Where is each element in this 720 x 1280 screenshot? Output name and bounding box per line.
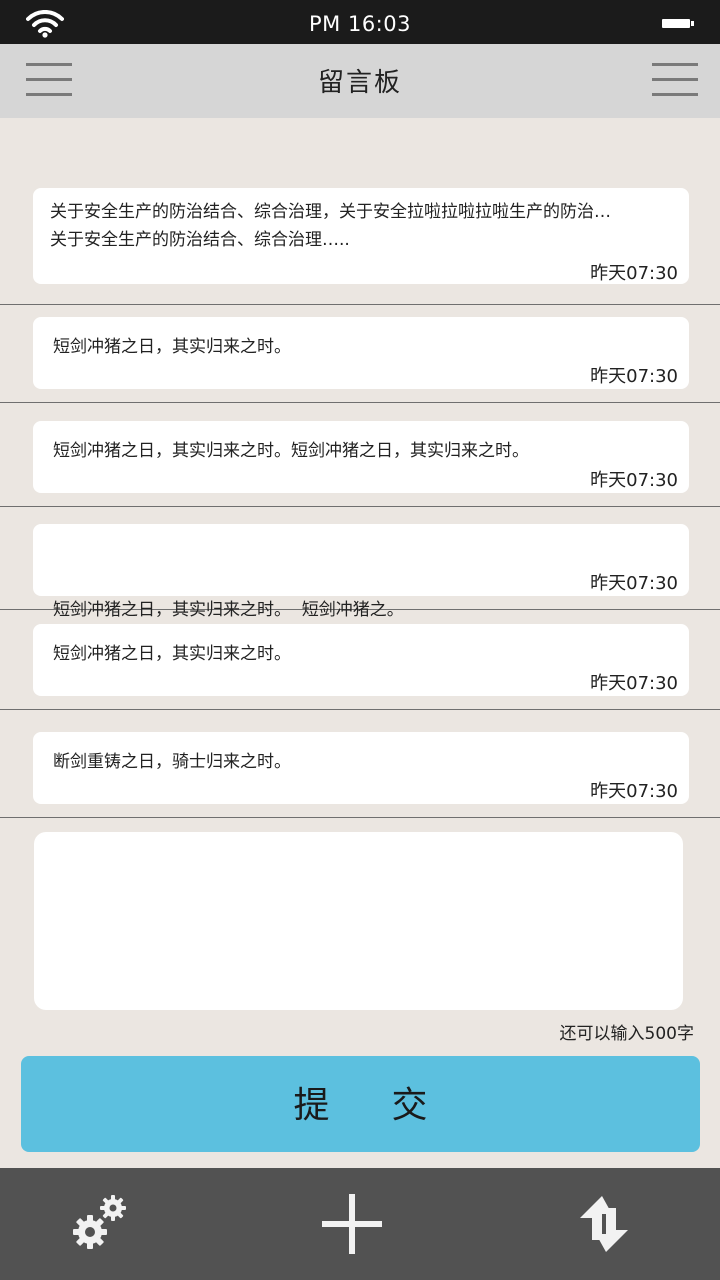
list-item[interactable]: 短剑冲猪之日，其实归来之时。 昨天07:30 — [0, 610, 720, 710]
message-time: 昨天07:30 — [590, 573, 678, 594]
message-card: 短剑冲猪之日，其实归来之时。 昨天07:30 — [33, 317, 689, 389]
status-time: PM 16:03 — [309, 12, 411, 36]
message-card: 短剑冲猪之日，其实归来之时。短剑冲猪之日，其实归来之时。 昨天07:30 — [33, 421, 689, 493]
message-time: 昨天07:30 — [590, 781, 678, 802]
message-card: 关于安全生产的防治结合、综合治理，关于安全拉啦拉啦拉啦生产的防治… 关于安全生产… — [33, 188, 689, 284]
page-title: 留言板 — [317, 68, 402, 98]
status-bar: PM 16:03 — [0, 0, 720, 44]
menu-icon[interactable] — [652, 62, 700, 100]
settings-gears-icon — [73, 1195, 126, 1249]
list-item[interactable]: 短剑冲猪之日，其实归来之时。 昨天07:30 — [0, 305, 720, 403]
nav-bar: 留言板 — [0, 44, 720, 118]
remaining-count: 还可以输入500字 — [559, 1024, 694, 1044]
submit-button[interactable]: 提 交 — [21, 1056, 700, 1152]
tab-bar — [0, 1168, 720, 1280]
list-item[interactable]: 断剑重铸之日，骑士归来之时。 昨天07:30 — [0, 710, 720, 818]
list-item[interactable]: 短剑冲猪之日，其实归来之时。 短剑冲猪之。 昨天07:30 — [0, 507, 720, 620]
message-time: 昨天07:30 — [590, 366, 678, 387]
refresh-sync-icon — [580, 1196, 628, 1252]
message-text: 关于安全生产的防治结合、综合治理，关于安全拉啦拉啦拉啦生产的防治… 关于安全生产… — [50, 202, 611, 250]
message-card: 短剑冲猪之日，其实归来之时。 短剑冲猪之。 昨天07:30 — [33, 524, 689, 620]
message-text: 短剑冲猪之日，其实归来之时。 — [53, 337, 291, 357]
message-input[interactable] — [34, 832, 683, 1010]
message-card: 短剑冲猪之日，其实归来之时。 昨天07:30 — [33, 624, 689, 696]
refresh-button[interactable] — [544, 1168, 664, 1280]
message-time: 昨天07:30 — [590, 673, 678, 694]
add-plus-icon — [322, 1194, 382, 1254]
battery-icon — [662, 19, 694, 28]
message-time: 昨天07:30 — [590, 263, 678, 284]
message-text: 短剑冲猪之日，其实归来之时。 — [53, 644, 291, 664]
add-button[interactable] — [292, 1168, 412, 1280]
list-item[interactable]: 短剑冲猪之日，其实归来之时。短剑冲猪之日，其实归来之时。 昨天07:30 — [0, 403, 720, 507]
settings-button[interactable] — [50, 1168, 170, 1280]
message-text: 断剑重铸之日，骑士归来之时。 — [53, 752, 291, 772]
message-time: 昨天07:30 — [590, 470, 678, 491]
message-card: 断剑重铸之日，骑士归来之时。 昨天07:30 — [33, 732, 689, 804]
message-text: 短剑冲猪之日，其实归来之时。短剑冲猪之日，其实归来之时。 — [53, 441, 529, 461]
list-item[interactable]: 关于安全生产的防治结合、综合治理，关于安全拉啦拉啦拉啦生产的防治… 关于安全生产… — [0, 118, 720, 305]
